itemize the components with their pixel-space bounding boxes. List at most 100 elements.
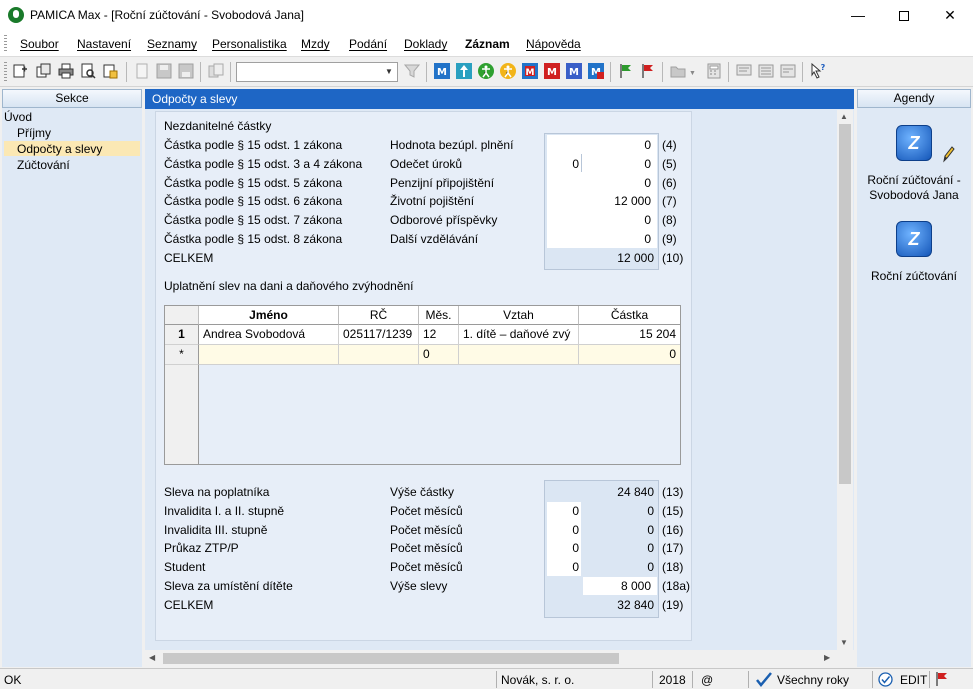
person-up-icon[interactable]: [456, 63, 472, 79]
horizontal-scrollbar[interactable]: ◀ ▶: [145, 650, 854, 667]
menu-grip[interactable]: [4, 35, 7, 53]
toolbar-grip[interactable]: [4, 62, 7, 82]
interest-count-field[interactable]: 0: [551, 157, 579, 171]
copy-icon[interactable]: [36, 63, 52, 79]
agenda-item-annual[interactable]: Roční zúčtování: [857, 219, 971, 285]
toolbar-combo[interactable]: ▼: [236, 62, 398, 82]
status-bar: OK Novák, s. r. o. 2018 @ Všechny roky E…: [0, 668, 973, 689]
save-icon[interactable]: [156, 63, 172, 79]
column-header-relation[interactable]: Vztah: [459, 306, 579, 325]
union-fees-field[interactable]: 0: [586, 213, 651, 227]
row-header-new[interactable]: *: [165, 345, 199, 365]
student-count-field[interactable]: 0: [551, 560, 579, 574]
table-cell-amount[interactable]: 0: [579, 345, 680, 365]
tree-item-uvod[interactable]: Úvod: [4, 110, 32, 124]
m-red-alt-icon[interactable]: M: [544, 63, 560, 79]
table-cell-relation[interactable]: 1. dítě – daňové zvý: [459, 325, 579, 345]
menu-nastaveni[interactable]: Nastavení: [77, 37, 131, 51]
red-flag-icon[interactable]: [640, 63, 656, 79]
life-insurance-field[interactable]: 12 000: [586, 194, 651, 208]
ref-label: (18a): [662, 579, 691, 593]
credit-total-label: CELKEM: [164, 598, 214, 612]
list-icon[interactable]: [758, 63, 774, 79]
vertical-scroll-thumb[interactable]: [839, 124, 851, 484]
education-field[interactable]: 0: [586, 232, 651, 246]
print-preview-icon[interactable]: [80, 63, 96, 79]
pension-value-field[interactable]: 0: [586, 176, 651, 190]
tree-item-zuctovani[interactable]: Zúčtování: [17, 158, 70, 172]
table-cell-rc[interactable]: 025117/1239: [339, 325, 419, 345]
green-flag-icon[interactable]: [618, 63, 634, 79]
calculator-icon[interactable]: [706, 63, 722, 79]
close-button[interactable]: ✕: [927, 0, 973, 31]
svg-text:M: M: [569, 67, 579, 78]
nontaxable-left-label: Částka podle § 15 odst. 6 zákona: [164, 194, 343, 208]
menu-mzdy[interactable]: Mzdy: [301, 37, 330, 51]
m-icon[interactable]: M: [434, 63, 450, 79]
table-cell-relation[interactable]: [459, 345, 579, 365]
help-pointer-icon[interactable]: ?: [810, 63, 826, 79]
interest-value-field[interactable]: 0: [586, 157, 651, 171]
m-blue-icon[interactable]: M: [566, 63, 582, 79]
nontaxable-total-value: 12 000: [617, 251, 654, 265]
menu-napoveda[interactable]: Nápověda: [526, 37, 581, 51]
menu-zaznam[interactable]: Záznam: [465, 37, 510, 51]
export-icon[interactable]: [102, 63, 118, 79]
vertical-scrollbar[interactable]: ▲ ▼: [837, 110, 853, 650]
invalidity-3-count-field[interactable]: 0: [551, 523, 579, 537]
tree-item-odpocty[interactable]: Odpočty a slevy: [17, 142, 102, 156]
horizontal-scroll-thumb[interactable]: [163, 653, 619, 664]
folder-icon[interactable]: [670, 63, 686, 79]
table-cell-months[interactable]: 0: [419, 345, 459, 365]
close-icon: ✕: [944, 7, 956, 23]
gift-value-field[interactable]: 0: [586, 138, 651, 152]
accessibility-alt-icon[interactable]: [500, 63, 516, 79]
ztpp-count-field[interactable]: 0: [551, 541, 579, 555]
table-cell-name[interactable]: Andrea Svobodová: [199, 325, 339, 345]
table-cell-name[interactable]: [199, 345, 339, 365]
chevron-down-icon[interactable]: ▼: [382, 64, 396, 80]
agenda-item-annual-svobodova[interactable]: Roční zúčtování - Svobodová Jana: [857, 123, 971, 203]
print-icon[interactable]: [58, 63, 74, 79]
comment-icon[interactable]: [736, 63, 752, 79]
agenda-z-icon: [896, 125, 932, 161]
maximize-button[interactable]: [881, 0, 927, 31]
menu-podani[interactable]: Podání: [349, 37, 387, 51]
row-header[interactable]: 1: [165, 325, 199, 345]
credit-row-label: Počet měsíců: [390, 560, 463, 574]
new-record-icon[interactable]: [12, 63, 28, 79]
column-header-rc[interactable]: RČ: [339, 306, 419, 325]
menu-doklady[interactable]: Doklady: [404, 37, 447, 51]
menu-seznamy[interactable]: Seznamy: [147, 37, 197, 51]
grid-corner: [165, 306, 199, 325]
credit-left-label: Sleva za umístění dítěte: [164, 579, 293, 593]
table-cell-months[interactable]: 12: [419, 325, 459, 345]
column-header-months[interactable]: Měs.: [419, 306, 459, 325]
column-header-name[interactable]: Jméno: [199, 306, 339, 325]
chevron-down-icon[interactable]: ▼: [689, 70, 696, 77]
m-mail-icon[interactable]: M: [588, 63, 604, 79]
duplicate-icon[interactable]: [208, 63, 224, 79]
note-icon[interactable]: [780, 63, 796, 79]
scroll-right-icon[interactable]: ▶: [824, 653, 830, 662]
accessibility-icon[interactable]: [478, 63, 494, 79]
childcare-credit-field[interactable]: 8 000: [586, 579, 651, 593]
minimize-button[interactable]: —: [835, 0, 881, 31]
filter-icon[interactable]: [404, 63, 420, 79]
tree-item-prijmy[interactable]: Příjmy: [17, 126, 51, 140]
m-red-icon[interactable]: M: [522, 63, 538, 79]
scroll-left-icon[interactable]: ◀: [149, 653, 155, 662]
ztpp-value: 0: [647, 541, 654, 555]
invalidity-12-count-field[interactable]: 0: [551, 504, 579, 518]
menu-personalistika[interactable]: Personalistika: [212, 37, 287, 51]
credit-left-label: Sleva na poplatníka: [164, 485, 270, 499]
scroll-up-icon[interactable]: ▲: [840, 112, 848, 121]
save-disk-icon[interactable]: [178, 63, 194, 79]
menu-soubor[interactable]: Soubor: [20, 37, 59, 51]
blank-page-icon[interactable]: [134, 63, 150, 79]
table-cell-amount[interactable]: 15 204: [579, 325, 680, 345]
column-header-amount[interactable]: Částka: [579, 306, 680, 325]
table-cell-rc[interactable]: [339, 345, 419, 365]
main-header: Odpočty a slevy: [145, 89, 854, 109]
scroll-down-icon[interactable]: ▼: [840, 638, 848, 647]
